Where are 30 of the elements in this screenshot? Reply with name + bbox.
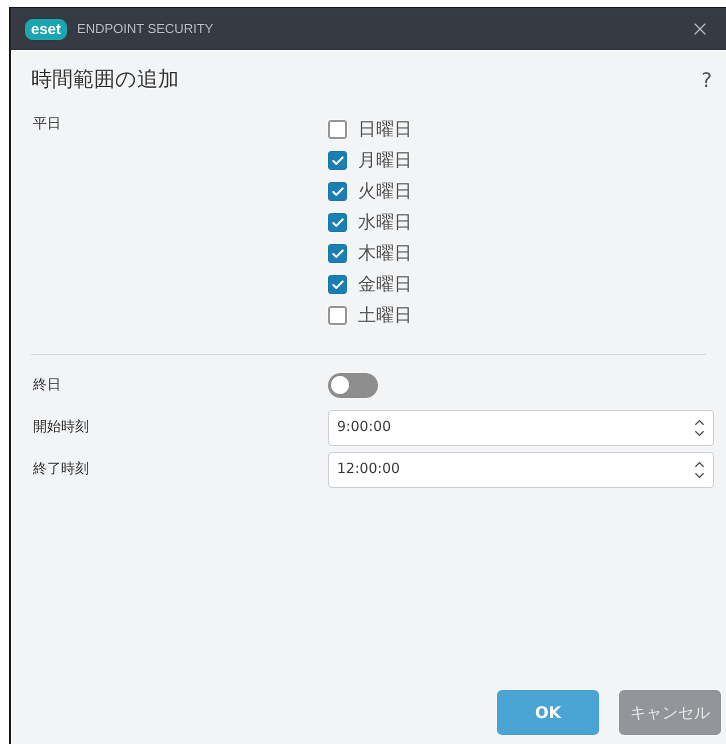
check-icon	[330, 246, 344, 260]
time-field[interactable]: 12:00:00	[328, 452, 714, 488]
checkbox[interactable]	[328, 120, 347, 139]
checkbox[interactable]	[328, 306, 347, 325]
toggle-switch[interactable]	[328, 372, 378, 398]
field-label: 開始時刻	[33, 418, 90, 437]
check-icon	[330, 278, 344, 292]
dialog-title: 時間範囲の追加	[31, 66, 179, 93]
field-label: 平日	[33, 114, 62, 134]
day-checkbox[interactable]: 火曜日	[328, 180, 412, 204]
checkbox[interactable]	[328, 275, 347, 294]
day-checkbox[interactable]: 土曜日	[328, 304, 412, 328]
logo: eset	[25, 18, 68, 40]
window-title: ENDPOINT SECURITY	[77, 20, 214, 38]
checkbox[interactable]	[328, 182, 347, 201]
check-icon	[330, 154, 344, 168]
day-checkbox[interactable]: 日曜日	[328, 118, 412, 142]
day-checkbox[interactable]: 月曜日	[328, 148, 412, 172]
day-checkbox[interactable]: 金曜日	[328, 272, 412, 296]
field-label: 終日	[33, 376, 62, 394]
field-label: 終了時刻	[33, 460, 90, 479]
day-checkbox[interactable]: 木曜日	[328, 242, 412, 266]
checkbox[interactable]	[328, 151, 347, 170]
check-icon	[330, 184, 344, 198]
help-button[interactable]: ?	[697, 64, 716, 95]
check-icon	[330, 216, 344, 230]
checkbox[interactable]	[328, 213, 347, 232]
day-checkbox[interactable]: 水曜日	[328, 210, 412, 234]
checkbox[interactable]	[328, 244, 347, 263]
time-field[interactable]: 9:00:00	[328, 410, 714, 446]
